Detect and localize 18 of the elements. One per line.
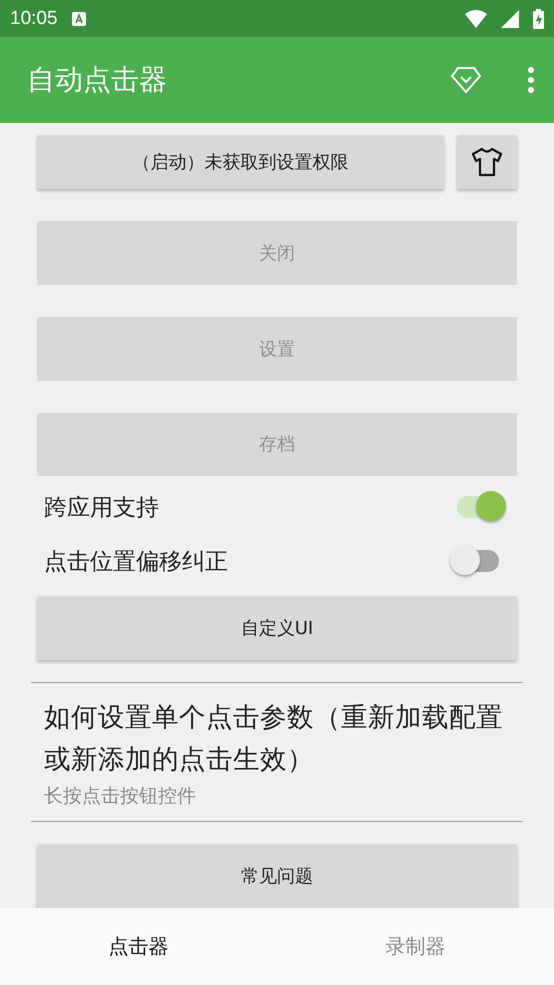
switch-label: 跨应用支持: [44, 494, 159, 523]
faq-button[interactable]: 常见问题: [37, 844, 517, 908]
wifi-icon: [465, 10, 487, 28]
shirt-icon: [471, 147, 503, 177]
menu-icon[interactable]: [528, 67, 534, 93]
battery-icon: [533, 8, 544, 28]
diamond-icon[interactable]: [450, 66, 482, 94]
notification-icon: [72, 12, 86, 26]
shirt-button[interactable]: [457, 135, 517, 189]
custom-ui-button[interactable]: 自定义UI: [37, 596, 517, 660]
nav-tab[interactable]: 点击器: [0, 908, 277, 985]
help-title: 如何设置单个点击参数（重新加载配置或新添加的点击生效）: [44, 701, 504, 778]
status-time: 10:05: [10, 8, 58, 30]
signal-icon: [501, 10, 519, 28]
switch-label: 点击位置偏移纠正: [44, 548, 228, 577]
help-subtitle: 长按点击按钮控件: [44, 784, 197, 810]
app-title: 自动点击器: [27, 62, 168, 98]
start-button[interactable]: （启动）未获取到设置权限: [37, 135, 444, 189]
